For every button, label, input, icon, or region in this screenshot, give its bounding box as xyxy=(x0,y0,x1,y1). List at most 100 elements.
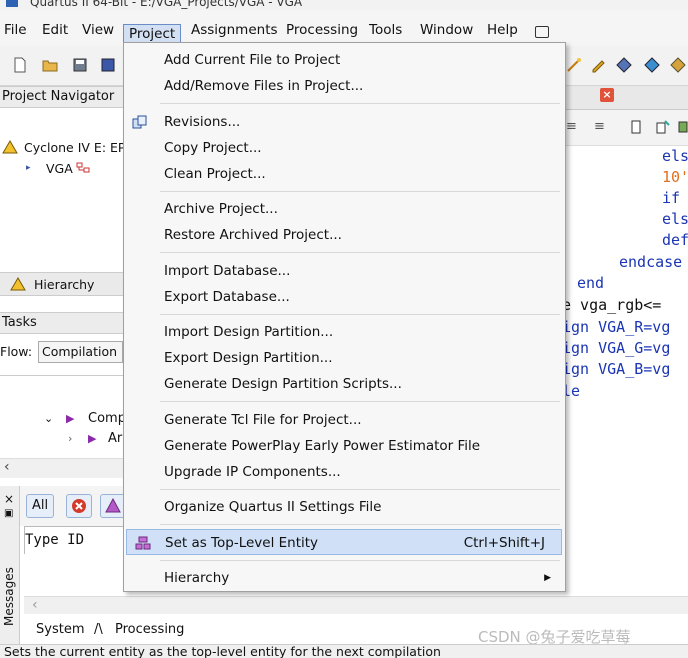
menu-item-generate-powerplay[interactable]: Generate PowerPlay Early Power Estimator… xyxy=(124,433,565,459)
wand-icon[interactable] xyxy=(566,57,582,73)
tab-processing[interactable]: Processing xyxy=(115,622,184,640)
menu-separator xyxy=(160,401,560,402)
critical-warning-icon xyxy=(105,498,121,513)
entity-label[interactable]: VGA xyxy=(46,161,73,176)
synthesis-diamond-icon[interactable] xyxy=(670,57,686,73)
code-line-6: endcase xyxy=(619,253,683,271)
analysis-diamond-icon[interactable] xyxy=(644,57,660,73)
save-all-icon[interactable] xyxy=(100,57,116,73)
hierarchy-tab[interactable]: Hierarchy xyxy=(34,277,94,292)
menu-item-set-top-level-entity[interactable]: Set as Top-Level Entity Ctrl+Shift+J xyxy=(126,529,562,555)
expand-chevron-icon[interactable]: ⌄ xyxy=(44,412,53,425)
menu-item-add-current-file[interactable]: Add Current File to Project xyxy=(124,47,565,73)
menu-assignments[interactable]: Assignments xyxy=(191,20,278,42)
menu-item-clean-project[interactable]: Clean Project... xyxy=(124,161,565,187)
close-tab-icon[interactable]: × xyxy=(600,88,614,102)
left-panel: Project Navigator Cyclone IV E: EP ▸ VGA… xyxy=(0,86,126,486)
menu-edit[interactable]: Edit xyxy=(42,20,68,42)
menu-item-add-remove-files[interactable]: Add/Remove Files in Project... xyxy=(124,73,565,99)
analysis-play-icon: ▶ xyxy=(88,432,97,445)
menu-item-revisions[interactable]: Revisions... xyxy=(124,109,565,135)
menu-separator xyxy=(160,252,560,253)
editor-tab-bar: × xyxy=(566,86,688,110)
menu-item-copy-project[interactable]: Copy Project... xyxy=(124,135,565,161)
editor-toolbar: ≡ ≡ xyxy=(566,110,688,146)
task-compile-label[interactable]: Comp xyxy=(88,411,126,426)
flow-label: Flow: xyxy=(0,344,33,359)
compile-diamond-icon[interactable] xyxy=(616,57,632,73)
menu-help[interactable]: Help xyxy=(487,20,518,42)
project-navigator-header: Project Navigator xyxy=(0,86,123,108)
messages-float-icon[interactable]: ▣ xyxy=(4,508,13,519)
menu-separator xyxy=(160,560,560,561)
shortcut-label: Ctrl+Shift+J xyxy=(463,535,545,551)
menu-item-organize-settings[interactable]: Organize Quartus II Settings File xyxy=(124,494,565,520)
toggle-comment-icon[interactable] xyxy=(678,120,688,134)
menu-separator xyxy=(160,103,560,104)
error-icon xyxy=(72,499,86,513)
filter-all-button[interactable]: All xyxy=(26,494,54,518)
pencil-icon[interactable] xyxy=(590,57,606,73)
filter-error-button[interactable] xyxy=(66,494,92,518)
menu-file[interactable]: File xyxy=(4,20,27,42)
text-editor: × ≡ ≡ els 10' if els def endcase end e v… xyxy=(562,86,688,466)
top-level-entity-icon xyxy=(135,536,151,550)
device-label[interactable]: Cyclone IV E: EP xyxy=(24,140,125,155)
menu-bar: File Edit View Project Assignments Proce… xyxy=(0,10,688,46)
compile-play-icon: ▶ xyxy=(66,412,75,425)
insert-template-icon[interactable] xyxy=(656,120,670,134)
menu-separator xyxy=(160,524,560,525)
tab-system[interactable]: System xyxy=(36,622,84,640)
menu-tools[interactable]: Tools xyxy=(369,20,402,42)
menu-item-generate-tcl[interactable]: Generate Tcl File for Project... xyxy=(124,407,565,433)
tasks-hscrollbar[interactable] xyxy=(0,458,123,478)
unindent-icon[interactable]: ≡ xyxy=(566,119,577,134)
messages-column-headers: Type ID xyxy=(24,526,124,554)
submenu-arrow-icon: ▶ xyxy=(544,573,551,583)
new-file-icon[interactable] xyxy=(12,57,28,73)
indent-icon[interactable]: ≡ xyxy=(594,119,605,134)
menu-view[interactable]: View xyxy=(82,20,114,42)
code-line-4: els xyxy=(662,210,688,228)
messages-side-bar: × ▣ Messages xyxy=(0,486,20,644)
bookmark-icon[interactable] xyxy=(630,120,642,134)
hierarchy-warning-icon xyxy=(10,277,26,291)
scroll-left-icon[interactable]: ‹ xyxy=(4,459,10,475)
code-line-1: els xyxy=(662,147,688,165)
messages-close-icon[interactable]: × xyxy=(4,492,14,506)
messages-hscrollbar[interactable]: ‹ xyxy=(24,596,688,614)
open-folder-icon[interactable] xyxy=(42,57,58,73)
revisions-icon xyxy=(132,115,147,129)
code-line-3: if xyxy=(662,189,681,207)
menu-item-archive-project[interactable]: Archive Project... xyxy=(124,196,565,222)
status-bar: Sets the current entity as the top-level… xyxy=(0,644,688,658)
menu-item-export-design-partition[interactable]: Export Design Partition... xyxy=(124,345,565,371)
task-analysis-label[interactable]: Ar xyxy=(108,431,122,446)
menu-item-import-design-partition[interactable]: Import Design Partition... xyxy=(124,319,565,345)
title-bar: Quartus II 64-Bit - E:/VGA_Projects/VGA … xyxy=(0,0,688,10)
menu-separator xyxy=(160,314,560,315)
project-menu-dropdown: Add Current File to Project Add/Remove F… xyxy=(123,42,566,592)
flow-select[interactable]: Compilation xyxy=(38,341,123,363)
code-line-7: end xyxy=(577,274,605,292)
menu-item-export-database[interactable]: Export Database... xyxy=(124,284,565,310)
code-line-8: e vga_rgb<= xyxy=(562,296,662,314)
menu-item-generate-partition-scripts[interactable]: Generate Design Partition Scripts... xyxy=(124,371,565,397)
menu-processing[interactable]: Processing xyxy=(286,20,358,42)
menu-item-upgrade-ip[interactable]: Upgrade IP Components... xyxy=(124,459,565,485)
menu-separator xyxy=(160,191,560,192)
menu-item-hierarchy[interactable]: Hierarchy ▶ xyxy=(124,565,565,591)
tab-separator: /\ xyxy=(94,622,103,637)
quartus-app-icon xyxy=(6,0,18,7)
menu-window[interactable]: Window xyxy=(420,20,473,42)
code-line-5: def xyxy=(662,231,688,249)
save-icon[interactable] xyxy=(72,57,88,73)
menu-item-import-database[interactable]: Import Database... xyxy=(124,258,565,284)
tasks-divider xyxy=(0,375,123,376)
code-line-10: ign VGA_G=vg xyxy=(562,339,671,357)
collapse-chevron-icon[interactable]: › xyxy=(68,432,72,445)
window-title: Quartus II 64-Bit - E:/VGA_Projects/VGA … xyxy=(30,0,303,9)
notification-icon[interactable] xyxy=(535,26,549,38)
entity-hierarchy-icon xyxy=(76,162,90,173)
menu-item-restore-archived[interactable]: Restore Archived Project... xyxy=(124,222,565,248)
